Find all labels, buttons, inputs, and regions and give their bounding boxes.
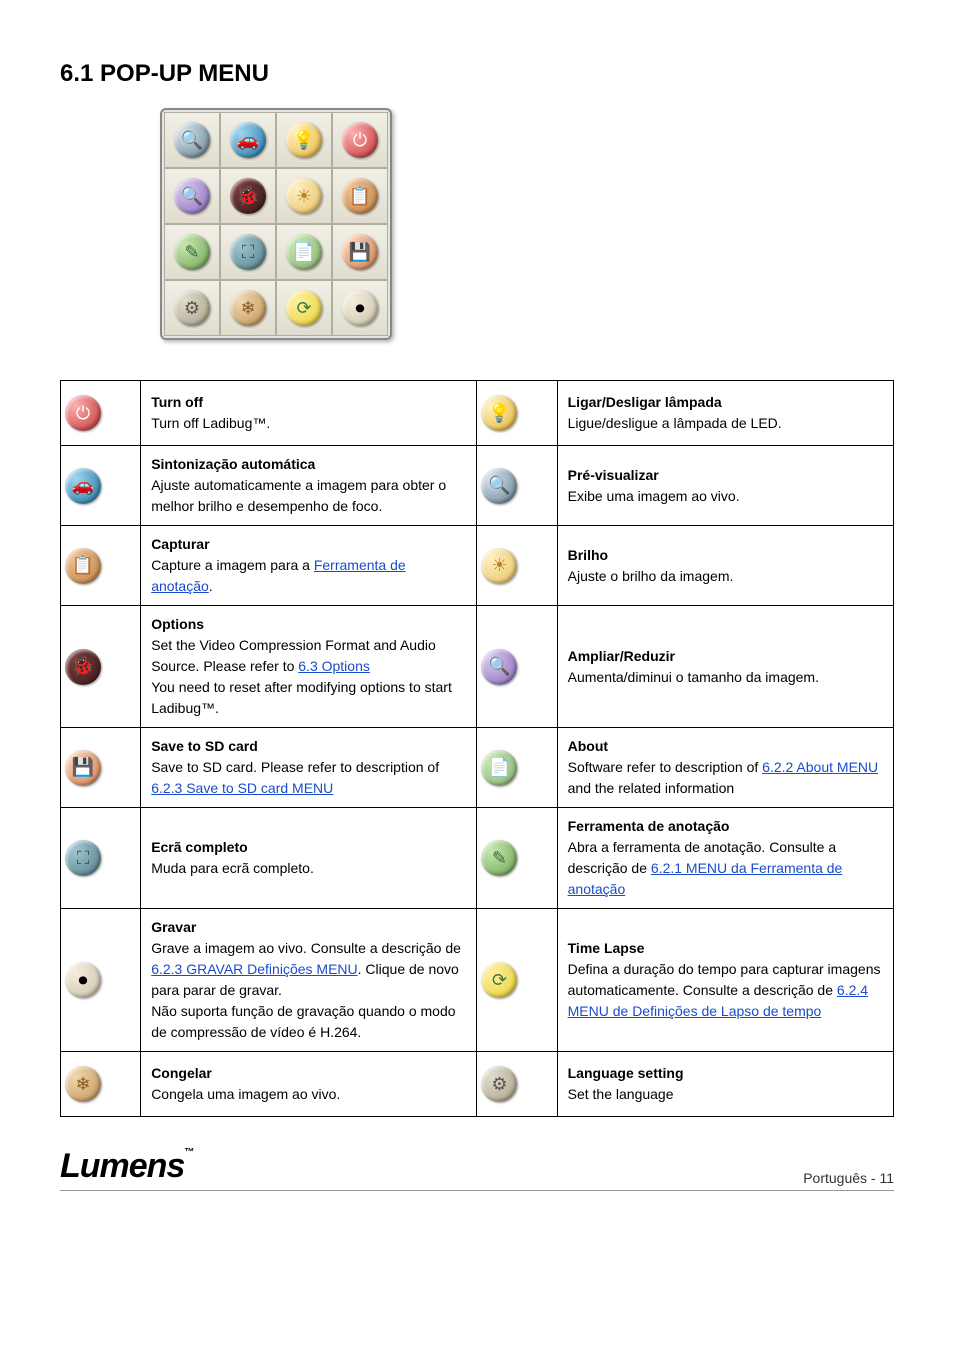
power-icon: ⏻ bbox=[65, 395, 101, 431]
annotation-icon[interactable]: ✎ bbox=[174, 234, 210, 270]
row-desc-left: Sintonização automáticaAjuste automatica… bbox=[141, 446, 477, 526]
row-desc-left: CapturarCapture a imagem para a Ferramen… bbox=[141, 526, 477, 606]
row-icon-left: 🐞 bbox=[61, 606, 141, 728]
table-row: 🚗 Sintonização automáticaAjuste automatic… bbox=[61, 446, 894, 526]
doc-link[interactable]: 6.2.2 About MENU bbox=[762, 759, 878, 775]
power-icon[interactable]: ⏻ bbox=[342, 122, 378, 158]
preview-icon: 🔍 bbox=[481, 468, 517, 504]
row-icon-right: 🔍 bbox=[477, 446, 557, 526]
row-desc-right: Time LapseDefina a duração do tempo para… bbox=[557, 909, 893, 1052]
row-desc-left: Turn offTurn off Ladibug™. bbox=[141, 381, 477, 446]
zoom-icon: 🔍 bbox=[481, 649, 517, 685]
doc-link[interactable]: Ferramenta de anotação bbox=[151, 557, 405, 594]
doc-link[interactable]: 6.2.4 MENU de Definições de Lapso de tem… bbox=[568, 982, 868, 1019]
row-icon-left: ⏻ bbox=[61, 381, 141, 446]
page-number: Português - 11 bbox=[803, 1170, 894, 1186]
capture-icon: 📋 bbox=[65, 548, 101, 584]
zoom-icon[interactable]: 🔍 bbox=[174, 178, 210, 214]
doc-link[interactable]: 6.2.3 GRAVAR Definições MENU bbox=[151, 961, 357, 977]
row-desc-left: GravarGrave a imagem ao vivo. Consulte a… bbox=[141, 909, 477, 1052]
preview-icon[interactable]: 🔍 bbox=[174, 122, 210, 158]
row-desc-right: Ampliar/ReduzirAumenta/diminui o tamanho… bbox=[557, 606, 893, 728]
row-icon-left: ⛶ bbox=[61, 808, 141, 909]
brightness-icon[interactable]: ☀ bbox=[286, 178, 322, 214]
table-row: 🐞 OptionsSet the Video Compression Format… bbox=[61, 606, 894, 728]
row-desc-right: Ligar/Desligar lâmpadaLigue/desligue a l… bbox=[557, 381, 893, 446]
row-icon-right: ⚙ bbox=[477, 1052, 557, 1117]
record-icon[interactable]: ⏺ bbox=[342, 290, 378, 326]
row-icon-left: 🚗 bbox=[61, 446, 141, 526]
fullscreen-icon[interactable]: ⛶ bbox=[230, 234, 266, 270]
row-icon-left: ⏺ bbox=[61, 909, 141, 1052]
bright-icon: ☀ bbox=[481, 548, 517, 584]
about-icon: 📄 bbox=[481, 750, 517, 786]
row-desc-right: BrilhoAjuste o brilho da imagem. bbox=[557, 526, 893, 606]
full-icon: ⛶ bbox=[65, 840, 101, 876]
section-title: 6.1 POP-UP MENU bbox=[60, 60, 894, 88]
freeze-icon[interactable]: ❄ bbox=[230, 290, 266, 326]
row-icon-right: ☀ bbox=[477, 526, 557, 606]
row-desc-left: Save to SD cardSave to SD card. Please r… bbox=[141, 728, 477, 808]
row-desc-right: Language settingSet the language bbox=[557, 1052, 893, 1117]
row-icon-right: 🔍 bbox=[477, 606, 557, 728]
row-desc-right: AboutSoftware refer to description of 6.… bbox=[557, 728, 893, 808]
lumens-logo: Lumens™ bbox=[60, 1147, 193, 1186]
options-icon: 🐞 bbox=[65, 649, 101, 685]
lamp-icon: 💡 bbox=[481, 395, 517, 431]
icon-description-table: ⏻ Turn offTurn off Ladibug™.💡 Ligar/Deslig… bbox=[60, 380, 894, 1117]
record-icon: ⏺ bbox=[65, 962, 101, 998]
doc-link[interactable]: 6.2.1 MENU da Ferramenta de anotação bbox=[568, 860, 843, 897]
row-desc-left: Ecrã completoMuda para ecrã completo. bbox=[141, 808, 477, 909]
langset-icon: ⚙ bbox=[481, 1066, 517, 1102]
row-desc-right: Ferramenta de anotaçãoAbra a ferramenta … bbox=[557, 808, 893, 909]
options-icon[interactable]: 🐞 bbox=[230, 178, 266, 214]
doc-link[interactable]: 6.3 Options bbox=[298, 658, 370, 674]
row-desc-right: Pré-visualizarExibe uma imagem ao vivo. bbox=[557, 446, 893, 526]
timelapse-icon[interactable]: ⟳ bbox=[286, 290, 322, 326]
table-row: 📋 CapturarCapture a imagem para a Ferrame… bbox=[61, 526, 894, 606]
lamp-icon[interactable]: 💡 bbox=[286, 122, 322, 158]
table-row: ❄ CongelarCongela uma imagem ao vivo.⚙ Lan… bbox=[61, 1052, 894, 1117]
popup-menu-toolbar: 🔍 🚗 💡 ⏻ 🔍 🐞 ☀ 📋 ✎ ⛶ 📄 💾 ⚙ ❄ ⟳ ⏺ bbox=[160, 108, 392, 340]
about-icon[interactable]: 📄 bbox=[286, 234, 322, 270]
auto-icon: 🚗 bbox=[65, 468, 101, 504]
sd-card-icon[interactable]: 💾 bbox=[342, 234, 378, 270]
page-footer: Lumens™ Português - 11 bbox=[60, 1147, 894, 1191]
table-row: ⛶ Ecrã completoMuda para ecrã completo.✎ F… bbox=[61, 808, 894, 909]
language-icon[interactable]: ⚙ bbox=[174, 290, 210, 326]
row-icon-left: ❄ bbox=[61, 1052, 141, 1117]
row-icon-left: 💾 bbox=[61, 728, 141, 808]
row-icon-left: 📋 bbox=[61, 526, 141, 606]
row-icon-right: ⟳ bbox=[477, 909, 557, 1052]
timelapse-icon: ⟳ bbox=[481, 962, 517, 998]
row-icon-right: 💡 bbox=[477, 381, 557, 446]
auto-tune-icon[interactable]: 🚗 bbox=[230, 122, 266, 158]
doc-link[interactable]: 6.2.3 Save to SD card MENU bbox=[151, 780, 333, 796]
capture-icon[interactable]: 📋 bbox=[342, 178, 378, 214]
row-desc-left: CongelarCongela uma imagem ao vivo. bbox=[141, 1052, 477, 1117]
row-desc-left: OptionsSet the Video Compression Format … bbox=[141, 606, 477, 728]
table-row: 💾 Save to SD cardSave to SD card. Please … bbox=[61, 728, 894, 808]
freeze-icon: ❄ bbox=[65, 1066, 101, 1102]
row-icon-right: ✎ bbox=[477, 808, 557, 909]
annot-icon: ✎ bbox=[481, 840, 517, 876]
row-icon-right: 📄 bbox=[477, 728, 557, 808]
sd-icon: 💾 bbox=[65, 750, 101, 786]
table-row: ⏻ Turn offTurn off Ladibug™.💡 Ligar/Deslig… bbox=[61, 381, 894, 446]
table-row: ⏺ GravarGrave a imagem ao vivo. Consulte … bbox=[61, 909, 894, 1052]
